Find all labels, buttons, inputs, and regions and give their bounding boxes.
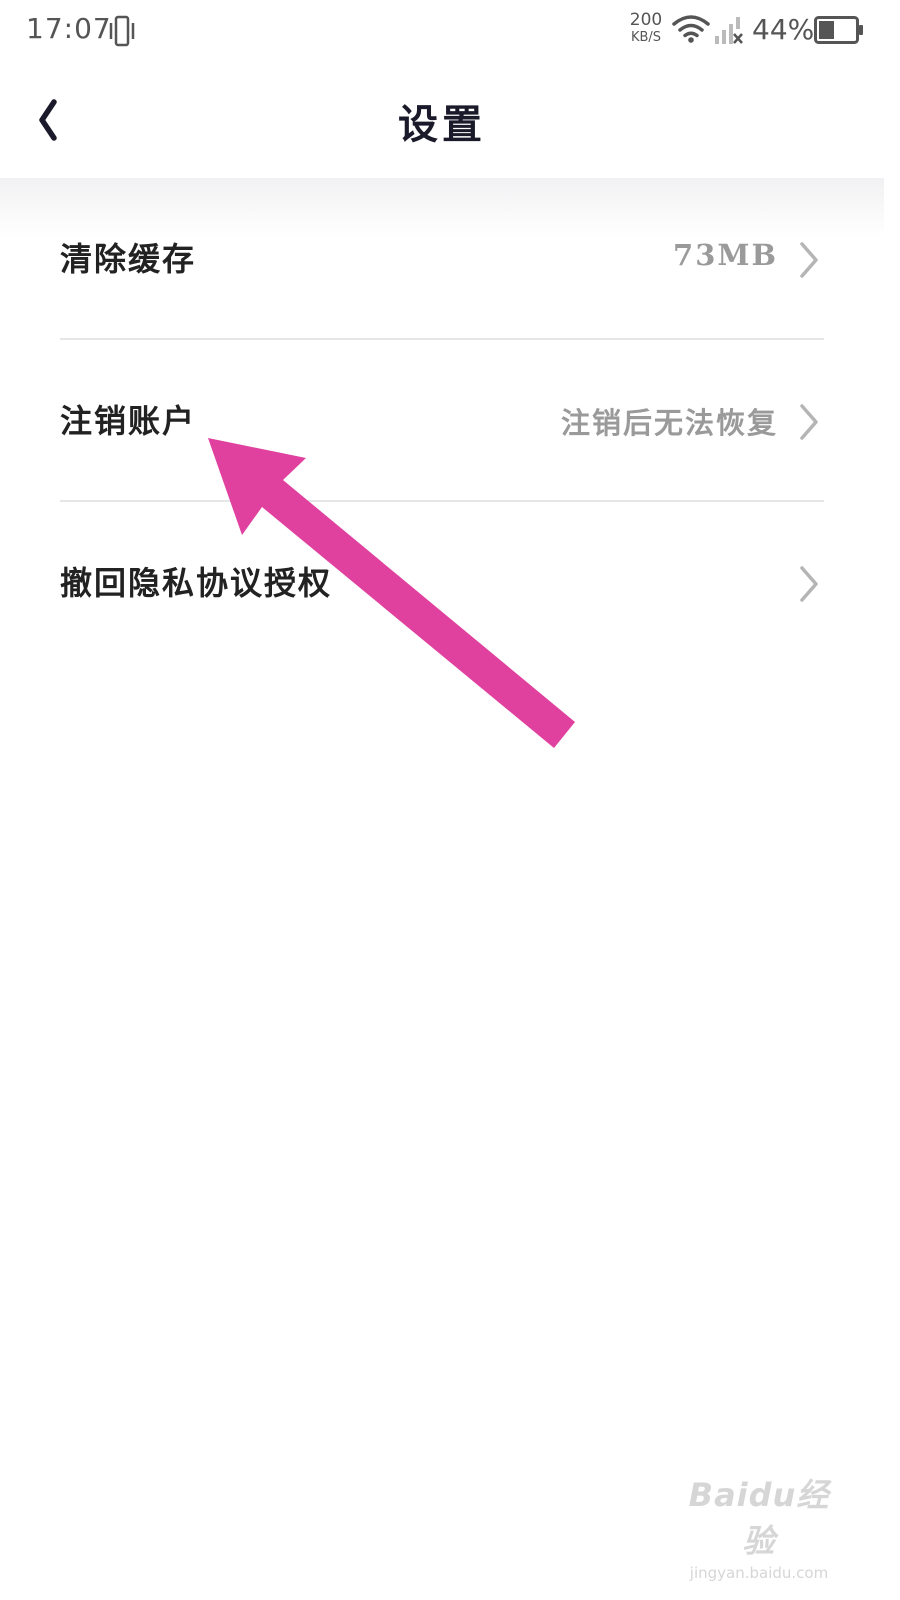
net-speed-indicator: 200 KB/S bbox=[628, 10, 664, 45]
settings-item-clear-cache[interactable]: 清除缓存 73MB bbox=[60, 178, 824, 340]
battery-icon bbox=[814, 16, 863, 44]
vibrate-icon bbox=[109, 15, 135, 47]
signal-icon bbox=[715, 17, 743, 44]
chevron-right-icon bbox=[800, 566, 818, 602]
baidu-watermark: Baidu经验 jingyan.baidu.com bbox=[674, 1470, 844, 1582]
battery-percent: 44% bbox=[752, 13, 815, 46]
annotation-arrow bbox=[208, 438, 575, 748]
status-time: 17:07 bbox=[26, 12, 112, 45]
net-speed-value: 200 bbox=[629, 10, 663, 30]
cache-size-value: 73MB bbox=[673, 238, 778, 272]
watermark-logo: Baidu经验 bbox=[688, 1476, 830, 1560]
chevron-right-icon bbox=[800, 404, 818, 440]
app-header: 设置 bbox=[0, 64, 900, 178]
status-bar: 17:07 200 KB/S 44% bbox=[0, 0, 900, 64]
wifi-icon bbox=[672, 15, 710, 43]
page-title: 设置 bbox=[398, 101, 486, 148]
settings-screen: 17:07 200 KB/S 44% 设置 清除缓存 73MB 注销账户 注销后… bbox=[0, 0, 900, 1600]
watermark-url: jingyan.baidu.com bbox=[689, 1564, 829, 1582]
chevron-right-icon bbox=[800, 242, 818, 278]
settings-item-label: 清除缓存 bbox=[60, 240, 197, 278]
net-speed-unit: KB/S bbox=[630, 30, 662, 45]
settings-item-label: 注销账户 bbox=[60, 402, 197, 440]
